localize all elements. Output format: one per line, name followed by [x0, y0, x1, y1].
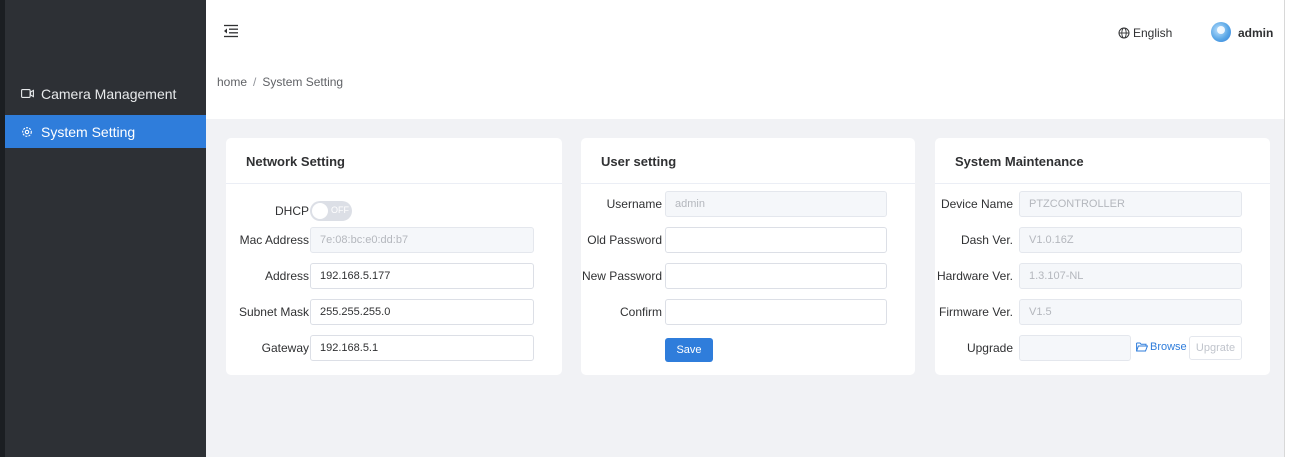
address-field[interactable]	[310, 263, 534, 289]
dhcp-row: DHCP OFF	[226, 198, 562, 224]
toggle-state-label: OFF	[331, 205, 349, 215]
breadcrumb-home[interactable]: home	[217, 75, 247, 89]
subnet-mask-field[interactable]	[310, 299, 534, 325]
camera-icon	[20, 87, 34, 101]
globe-icon	[1118, 27, 1130, 39]
gateway-row: Gateway	[226, 335, 562, 361]
browse-button[interactable]: Browse	[1136, 341, 1187, 353]
user-setting-card: User setting Username Old Password New P…	[581, 138, 915, 375]
old-password-row: Old Password	[581, 227, 915, 253]
avatar[interactable]	[1211, 22, 1231, 42]
sidebar-item-label: System Setting	[41, 123, 136, 140]
username-field	[665, 191, 887, 217]
mac-row: Mac Address	[226, 227, 562, 253]
hardware-version-row: Hardware Ver.	[935, 263, 1270, 289]
language-label: English	[1133, 26, 1173, 40]
new-password-label: New Password	[581, 269, 662, 283]
top-header: English admin	[206, 0, 1284, 62]
folder-open-icon	[1136, 342, 1148, 352]
dhcp-toggle[interactable]: OFF	[310, 201, 352, 221]
user-name[interactable]: admin	[1238, 26, 1273, 40]
breadcrumb-separator: /	[253, 75, 257, 89]
dash-version-row: Dash Ver.	[935, 227, 1270, 253]
dash-version-field	[1019, 227, 1242, 253]
confirm-password-field[interactable]	[665, 299, 887, 325]
upgrade-file-field	[1019, 335, 1131, 361]
browse-label: Browse	[1150, 341, 1187, 353]
sidebar-item-label: Camera Management	[41, 85, 177, 102]
sidebar: Camera Management System Setting	[5, 0, 206, 457]
app-root: Camera Management System Setting English…	[0, 0, 1290, 457]
firmware-version-label: Firmware Ver.	[938, 305, 1013, 319]
breadcrumb-bar: home / System Setting	[206, 62, 1284, 119]
sidebar-item-camera-management[interactable]: Camera Management	[5, 77, 206, 110]
confirm-row: Confirm	[581, 299, 915, 325]
card-title: System Maintenance	[935, 138, 1270, 184]
subnet-row: Subnet Mask	[226, 299, 562, 325]
main-content: English admin home / System Setting Networ…	[206, 0, 1284, 457]
hardware-version-label: Hardware Ver.	[936, 269, 1013, 283]
sidebar-item-system-setting[interactable]: System Setting	[5, 115, 206, 148]
new-password-field[interactable]	[665, 263, 887, 289]
gateway-field[interactable]	[310, 335, 534, 361]
save-button[interactable]: Save	[665, 338, 713, 362]
old-password-label: Old Password	[587, 233, 662, 247]
breadcrumb: home / System Setting	[217, 75, 343, 89]
device-name-label: Device Name	[940, 197, 1013, 211]
username-label: Username	[606, 197, 662, 211]
old-password-field[interactable]	[665, 227, 887, 253]
device-name-row: Device Name	[935, 191, 1270, 217]
system-maintenance-card: System Maintenance Device Name Dash Ver.…	[935, 138, 1270, 375]
breadcrumb-current: System Setting	[262, 75, 344, 89]
toggle-knob	[312, 203, 328, 219]
gateway-label: Gateway	[261, 341, 309, 355]
new-password-row: New Password	[581, 263, 915, 289]
window-scroll-edge	[1284, 0, 1290, 457]
dhcp-label: DHCP	[274, 204, 309, 218]
gear-icon	[20, 125, 34, 139]
confirm-label: Confirm	[619, 305, 662, 319]
upgrade-label: Upgrade	[966, 341, 1013, 355]
language-selector[interactable]: English	[1118, 26, 1172, 40]
firmware-version-field	[1019, 299, 1242, 325]
hardware-version-field	[1019, 263, 1242, 289]
card-title: Network Setting	[226, 138, 562, 184]
subnet-mask-label: Subnet Mask	[238, 305, 309, 319]
address-row: Address	[226, 263, 562, 289]
address-label: Address	[264, 269, 309, 283]
device-name-field	[1019, 191, 1242, 217]
mac-address-label: Mac Address	[239, 233, 309, 247]
upgrade-row: Upgrade Browse Upgrate	[935, 335, 1270, 361]
menu-collapse-icon[interactable]	[223, 24, 239, 38]
mac-address-field	[310, 227, 534, 253]
card-title: User setting	[581, 138, 915, 184]
username-row: Username	[581, 191, 915, 217]
network-setting-card: Network Setting DHCP OFF Mac Address Add…	[226, 138, 562, 375]
firmware-version-row: Firmware Ver.	[935, 299, 1270, 325]
dash-version-label: Dash Ver.	[960, 233, 1013, 247]
upgrade-button[interactable]: Upgrate	[1189, 336, 1242, 360]
